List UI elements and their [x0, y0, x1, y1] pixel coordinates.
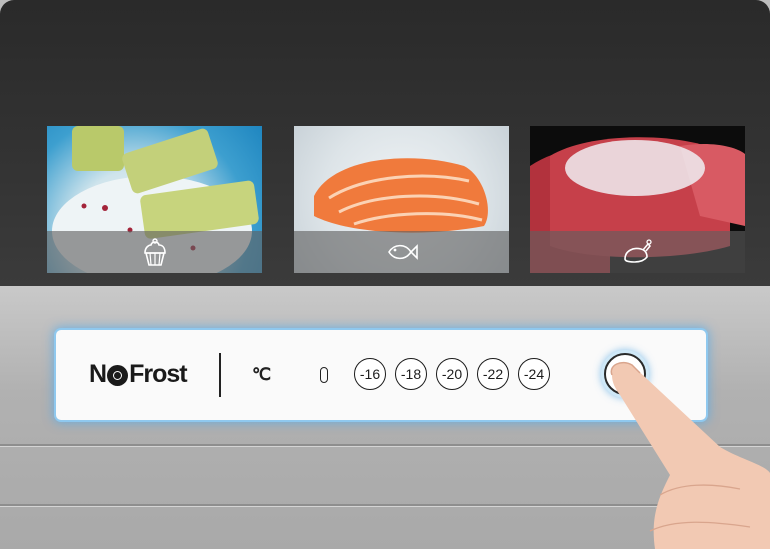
- poultry-compartment-image: [530, 126, 745, 273]
- temp-option[interactable]: -20: [436, 358, 468, 390]
- temperature-options: -16 -18 -20 -22 -24: [354, 358, 550, 390]
- temp-option[interactable]: -24: [518, 358, 550, 390]
- divider: [219, 353, 221, 397]
- unit-label: ℃: [252, 365, 272, 384]
- temp-option[interactable]: -18: [395, 358, 427, 390]
- temp-option[interactable]: -16: [354, 358, 386, 390]
- thermometer-icon: [320, 367, 328, 383]
- chicken-icon: [623, 239, 652, 263]
- nofrost-logo: N Frost: [89, 360, 188, 389]
- temp-option[interactable]: -22: [477, 358, 509, 390]
- cupcake-icon: [143, 238, 166, 266]
- snowflake-icon: [107, 365, 129, 386]
- dessert-compartment-image: [47, 126, 262, 273]
- compartment-icon-band: [530, 231, 745, 273]
- compartment-icon-band: [294, 231, 509, 273]
- logo-suffix: Frost: [129, 360, 187, 388]
- finger-illustration: [610, 361, 770, 549]
- logo-prefix: N: [89, 360, 107, 388]
- fish-icon: [387, 244, 418, 260]
- fish-compartment-image: [294, 126, 509, 273]
- compartment-icon-band: [47, 231, 262, 273]
